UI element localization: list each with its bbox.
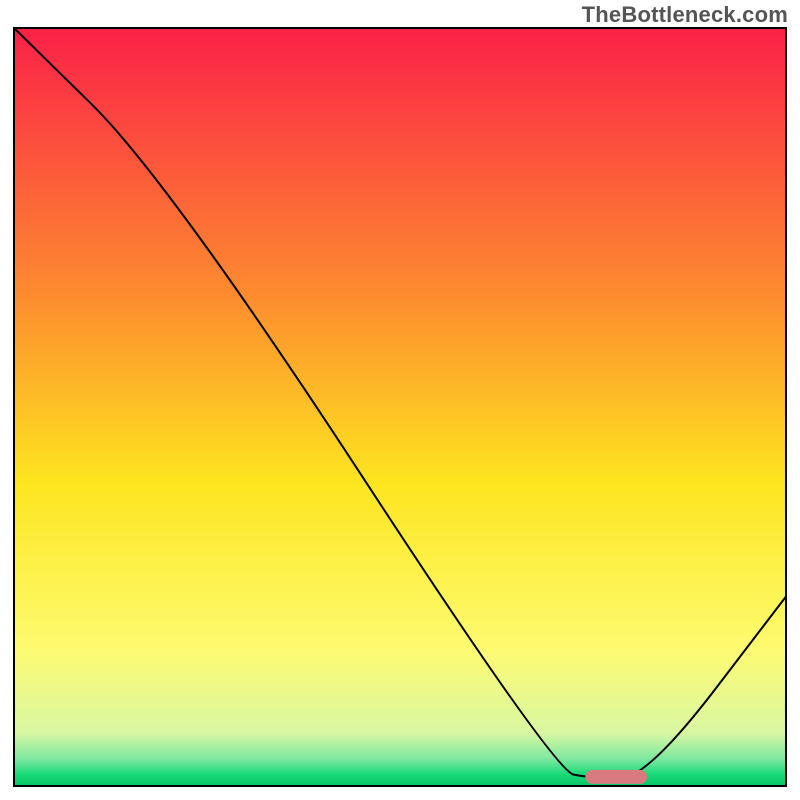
bottleneck-chart xyxy=(0,0,800,800)
chart-background-gradient xyxy=(14,28,786,786)
watermark-text: TheBottleneck.com xyxy=(582,2,788,28)
chart-container: TheBottleneck.com xyxy=(0,0,800,800)
optimal-zone-marker xyxy=(585,770,647,784)
